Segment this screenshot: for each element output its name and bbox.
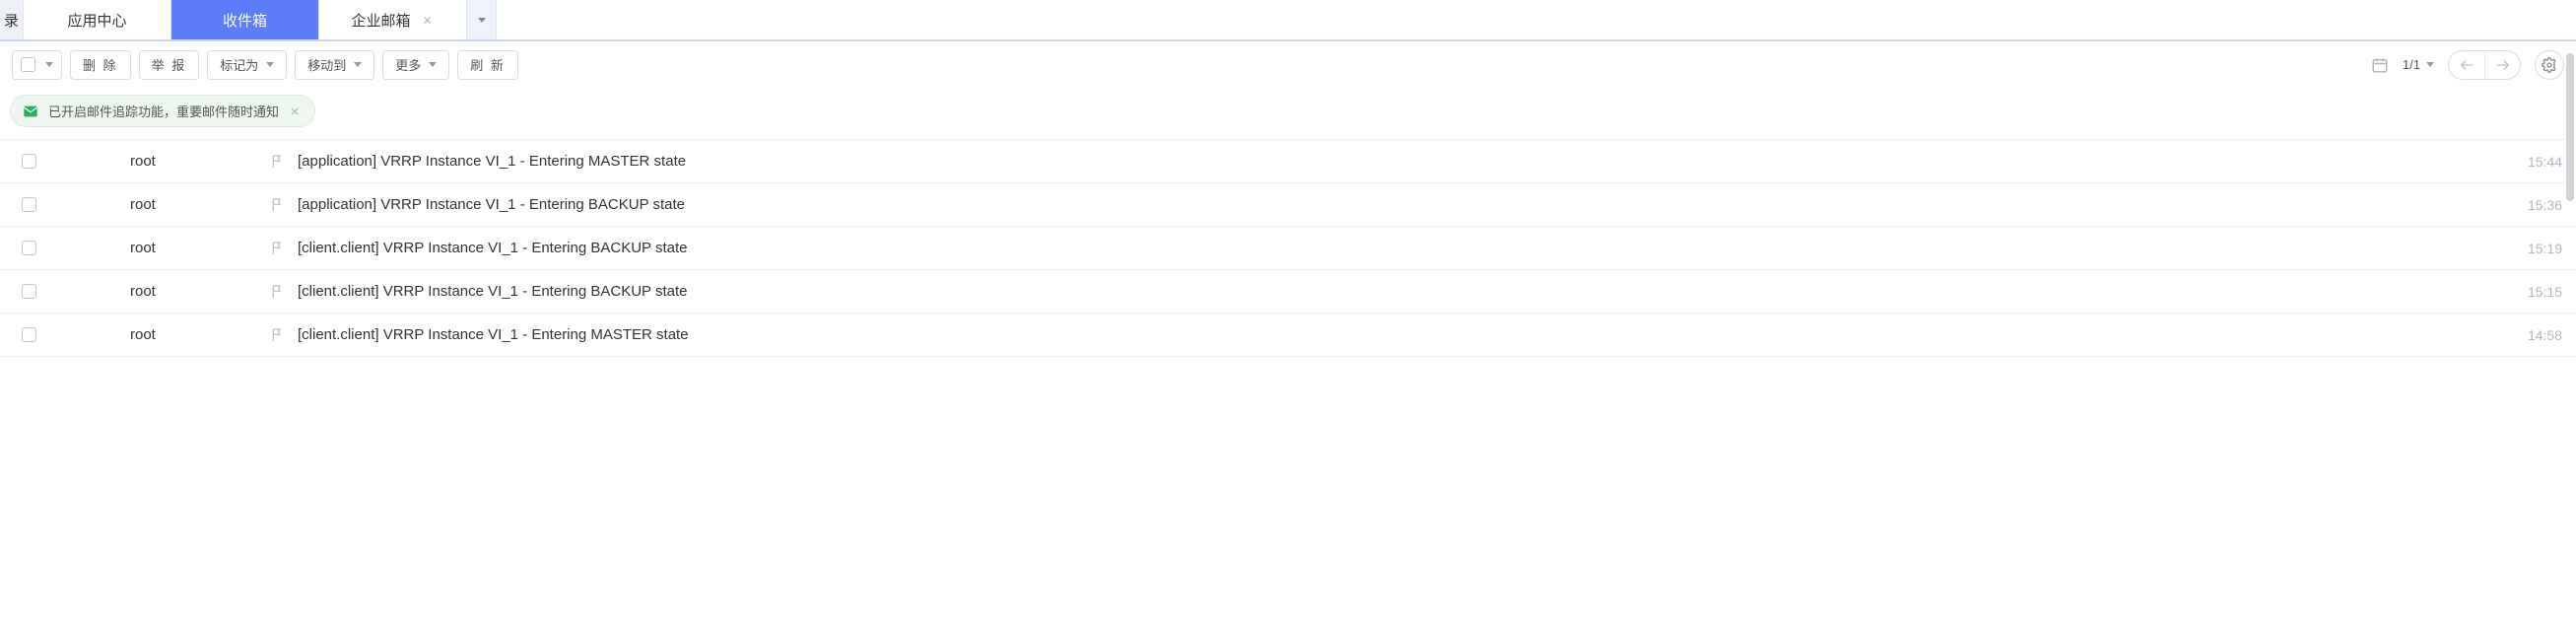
tab-label: 收件箱 [223,10,267,31]
select-all-checkbox[interactable] [12,50,62,80]
chevron-down-icon [45,62,53,67]
report-button[interactable]: 举 报 [139,50,200,80]
more-button[interactable]: 更多 [382,50,449,80]
flag-icon[interactable] [258,284,298,300]
row-checkbox[interactable] [22,327,61,342]
notice-text: 已开启邮件追踪功能，重要邮件随时通知 [48,102,279,120]
row-checkbox[interactable] [22,284,61,299]
time: 15:19 [2493,241,2562,256]
mail-row[interactable]: root [client.client] VRRP Instance VI_1 -… [0,314,2576,357]
toolbar-left: 删 除 举 报 标记为 移动到 更多 刷 新 [12,50,518,80]
flag-icon[interactable] [258,327,298,343]
mail-list: root [application] VRRP Instance VI_1 - E… [0,139,2576,357]
tab-2[interactable]: 企业邮箱 [319,0,467,39]
next-page-button[interactable] [2484,51,2520,79]
tab-overflow-button[interactable] [467,0,497,39]
page-text: 1/1 [2403,57,2420,72]
mark-as-label: 标记为 [220,55,258,74]
chevron-down-icon [2426,62,2434,67]
chevron-down-icon [354,62,362,67]
sender: root [61,283,258,300]
sender: root [61,240,258,256]
tabstrip: 录 应用中心 收件箱 企业邮箱 [0,0,2576,41]
mail-row[interactable]: root [client.client] VRRP Instance VI_1 -… [0,270,2576,314]
mail-row[interactable]: root [application] VRRP Instance VI_1 - E… [0,183,2576,227]
checkbox-icon [21,57,35,72]
subject: [client.client] VRRP Instance VI_1 - Ent… [298,240,2493,256]
flag-icon[interactable] [258,154,298,170]
calendar-icon[interactable] [2371,56,2389,74]
page-nav [2448,50,2521,80]
time: 15:44 [2493,154,2562,170]
checkbox-icon [22,241,36,255]
scrollbar[interactable] [2566,53,2574,623]
checkbox-icon [22,154,36,169]
subject: [client.client] VRRP Instance VI_1 - Ent… [298,283,2493,300]
time: 15:15 [2493,284,2562,300]
checkbox-icon [22,284,36,299]
tracking-notice: 已开启邮件追踪功能，重要邮件随时通知 [10,95,315,127]
subject: [application] VRRP Instance VI_1 - Enter… [298,153,2493,170]
checkbox-icon [22,327,36,342]
more-label: 更多 [395,55,421,74]
time: 14:58 [2493,327,2562,343]
row-checkbox[interactable] [22,197,61,212]
mail-row[interactable]: root [application] VRRP Instance VI_1 - E… [0,140,2576,183]
mark-as-button[interactable]: 标记为 [207,50,287,80]
chevron-down-icon [478,18,486,23]
chevron-down-icon [429,62,437,67]
sender: root [61,153,258,170]
toolbar: 删 除 举 报 标记为 移动到 更多 刷 新 1/1 [0,41,2576,89]
close-icon[interactable] [289,105,301,117]
checkbox-icon [22,197,36,212]
row-checkbox[interactable] [22,154,61,169]
sender: root [61,196,258,213]
page-indicator[interactable]: 1/1 [2403,57,2434,72]
tab-label: 应用中心 [67,10,126,31]
tab-label: 企业邮箱 [351,10,410,31]
subject: [application] VRRP Instance VI_1 - Enter… [298,196,2493,213]
flag-icon[interactable] [258,197,298,213]
toolbar-right: 1/1 [2371,50,2564,80]
subject: [client.client] VRRP Instance VI_1 - Ent… [298,326,2493,343]
tab-fragment: 录 [0,0,24,39]
move-to-label: 移动到 [307,55,346,74]
time: 15:36 [2493,197,2562,213]
refresh-button[interactable]: 刷 新 [457,50,518,80]
scroll-thumb[interactable] [2566,53,2574,201]
settings-button[interactable] [2535,50,2564,80]
sender: root [61,326,258,343]
tab-0[interactable]: 应用中心 [24,0,171,39]
move-to-button[interactable]: 移动到 [295,50,374,80]
mail-row[interactable]: root [client.client] VRRP Instance VI_1 -… [0,227,2576,270]
delete-button[interactable]: 删 除 [70,50,131,80]
close-icon[interactable] [421,13,435,27]
flag-icon[interactable] [258,241,298,256]
notice-row: 已开启邮件追踪功能，重要邮件随时通知 [0,89,2576,139]
mail-check-icon [23,104,38,119]
tab-1[interactable]: 收件箱 [171,0,319,39]
prev-page-button[interactable] [2449,51,2484,79]
row-checkbox[interactable] [22,241,61,255]
chevron-down-icon [266,62,274,67]
